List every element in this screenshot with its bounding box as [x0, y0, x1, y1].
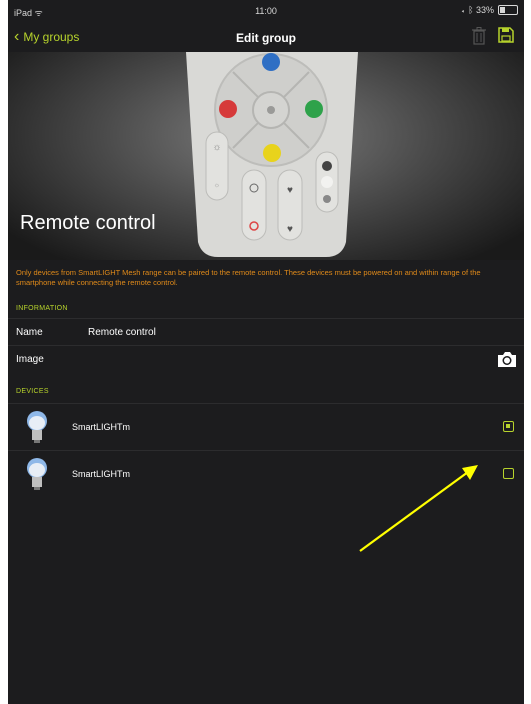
svg-text:♥: ♥ — [287, 185, 293, 196]
lightbulb-icon — [27, 411, 47, 443]
device-name: SmartLIGHTm — [72, 469, 131, 479]
camera-icon[interactable] — [496, 349, 518, 369]
group-image: ☼ ☼ ♥ ♥ Remote control — [8, 52, 524, 260]
section-label-devices: DEVICES — [16, 388, 49, 395]
device-checkbox-checked[interactable] — [503, 421, 514, 432]
device-row[interactable]: SmartLIGHTm — [8, 403, 524, 450]
battery-icon — [498, 5, 518, 15]
device-row[interactable]: SmartLIGHTm — [8, 450, 524, 497]
save-icon[interactable] — [498, 27, 514, 43]
device-checkbox-unchecked[interactable] — [503, 468, 514, 479]
name-label: Name — [16, 327, 43, 338]
section-label-information: INFORMATION — [16, 305, 68, 312]
name-row[interactable]: Name Remote control — [8, 318, 524, 345]
status-time: 11:00 — [255, 6, 277, 16]
trash-icon[interactable] — [472, 27, 486, 45]
status-bar: iPad ᯤ 11:00 ◂ ᛒ 33% — [8, 0, 524, 22]
battery-percent: ◂ ᛒ 33% — [460, 5, 494, 15]
svg-text:☼: ☼ — [214, 182, 220, 189]
image-row[interactable]: Image — [8, 345, 524, 372]
hero-title: Remote control — [20, 212, 156, 234]
navigation-bar: ‹ My groups Edit group — [8, 22, 524, 52]
pairing-notice: Only devices from SmartLIGHT Mesh range … — [16, 268, 481, 287]
svg-text:☼: ☼ — [212, 142, 221, 153]
image-label: Image — [16, 354, 44, 365]
lightbulb-icon — [27, 458, 47, 490]
app-screen: iPad ᯤ 11:00 ◂ ᛒ 33% ‹ My groups Edit gr… — [8, 0, 524, 704]
page-title: Edit group — [236, 31, 296, 45]
status-right: ◂ ᛒ 33% — [460, 5, 518, 15]
svg-text:♥: ♥ — [287, 224, 293, 235]
device-name: SmartLIGHTm — [72, 422, 131, 432]
name-field[interactable]: Remote control — [88, 327, 156, 338]
